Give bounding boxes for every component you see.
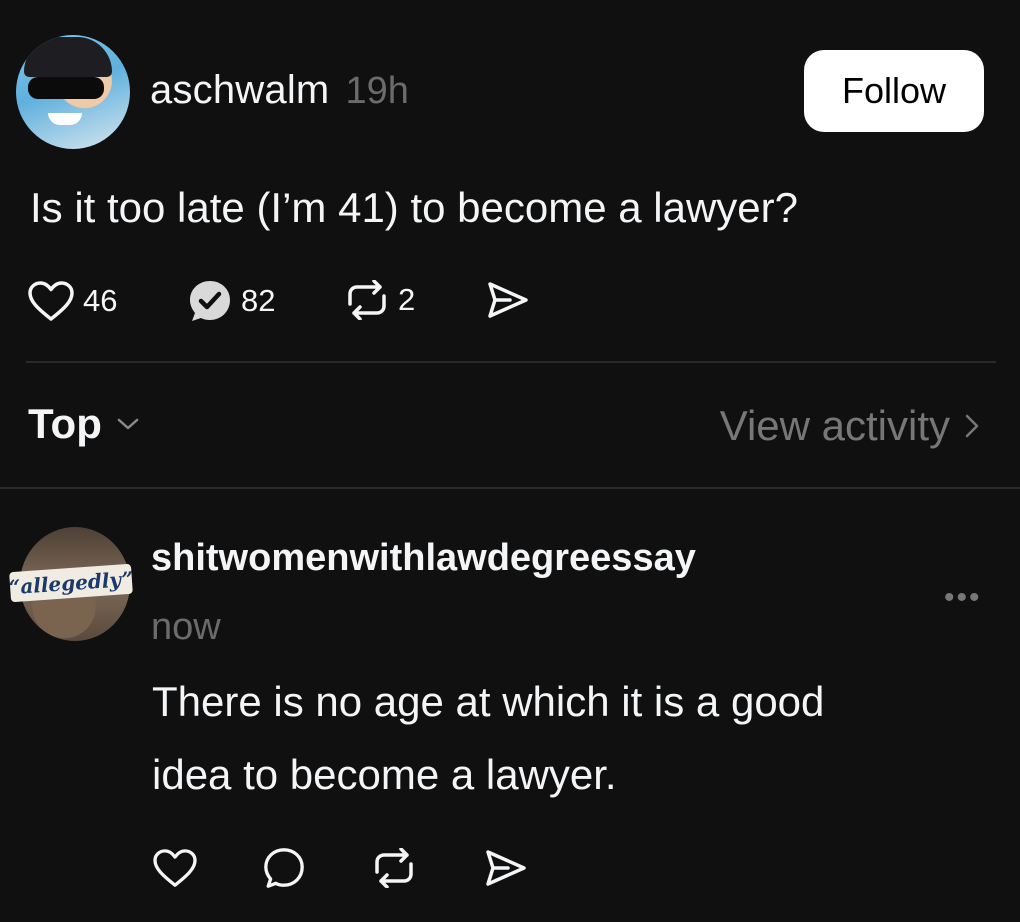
reply-comment-button[interactable] — [262, 846, 306, 895]
reply-time: now — [151, 606, 221, 648]
reply-repost-button[interactable] — [371, 847, 417, 893]
post-header: aschwalm 19h — [150, 68, 409, 113]
post-text: Is it too late (I’m 41) to become a lawy… — [30, 184, 798, 231]
view-activity-label: View activity — [719, 402, 950, 449]
repost-count: 2 — [398, 282, 416, 317]
like-count: 46 — [83, 283, 118, 318]
repost-button[interactable]: 2 — [344, 280, 415, 320]
post-username[interactable]: aschwalm — [150, 68, 329, 113]
reply-text-line1: There is no age at which it is a good — [152, 678, 825, 725]
sort-label: Top — [28, 400, 102, 447]
share-button[interactable] — [486, 280, 530, 320]
send-icon — [486, 850, 526, 886]
divider — [26, 361, 996, 363]
reply-button[interactable]: 82 — [187, 278, 275, 324]
reply-username[interactable]: shitwomenwithlawdegreessay — [151, 537, 696, 580]
like-button[interactable]: 46 — [27, 280, 117, 322]
reply-like-button[interactable] — [152, 848, 198, 893]
post-time: 19h — [345, 70, 409, 112]
divider — [0, 487, 1020, 489]
comment-icon — [190, 281, 230, 321]
post-author-avatar[interactable] — [16, 35, 130, 149]
more-options-button[interactable]: ••• — [944, 581, 982, 615]
reply-text-line2: idea to become a lawyer. — [152, 751, 617, 798]
reply-count: 82 — [241, 283, 276, 318]
heart-icon — [28, 281, 74, 321]
view-activity-link[interactable]: View activity — [720, 402, 980, 450]
send-icon — [488, 282, 528, 318]
chevron-down-icon — [117, 418, 139, 430]
repost-icon — [348, 280, 386, 320]
follow-button[interactable]: Follow — [804, 50, 984, 132]
sort-dropdown[interactable]: Top — [28, 400, 140, 448]
comment-icon — [264, 848, 304, 888]
repost-icon — [375, 847, 413, 889]
reply-share-button[interactable] — [484, 848, 528, 893]
chevron-right-icon — [965, 414, 979, 438]
heart-icon — [153, 849, 197, 887]
